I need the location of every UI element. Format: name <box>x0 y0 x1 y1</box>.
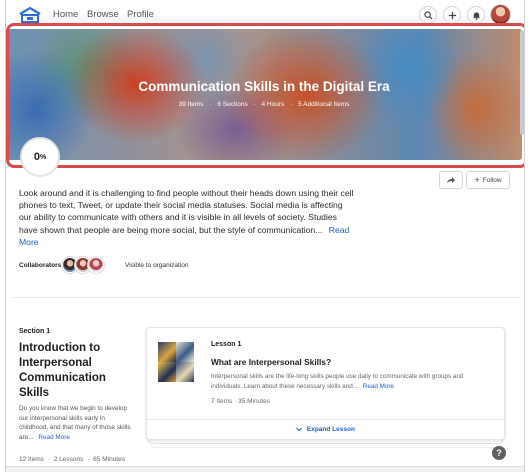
course-description: Look around and it is challenging to fin… <box>19 187 354 248</box>
nav-profile[interactable]: Profile <box>127 9 154 20</box>
progress-unit: % <box>39 153 47 161</box>
scrollbar[interactable] <box>520 30 524 135</box>
share-icon <box>447 177 455 183</box>
help-button[interactable]: ? <box>492 446 506 460</box>
app-window: Home Browse Profile Communication Skills… <box>5 0 525 472</box>
divider <box>12 297 520 298</box>
lesson-card-stack <box>148 440 503 444</box>
meta-separator: · <box>290 101 293 108</box>
section-meta: 12 Items · 2 Lessons · 65 Minutes <box>19 456 127 463</box>
top-navigation: Home Browse Profile <box>6 0 524 30</box>
lesson-number: Lesson 1 <box>211 341 242 348</box>
lesson-items: 7 Items <box>211 398 233 405</box>
section-duration: 65 Minutes <box>93 456 125 463</box>
user-avatar[interactable] <box>490 4 511 25</box>
notifications-button[interactable] <box>467 6 485 24</box>
section-lessons: 2 Lessons <box>53 456 84 463</box>
plus-icon: + <box>474 174 480 185</box>
collaborator-avatars[interactable] <box>62 257 104 273</box>
plus-icon <box>448 11 456 19</box>
section-items: 12 Items <box>19 456 44 463</box>
collaborators-label: Collaborators: <box>19 262 64 269</box>
share-button[interactable] <box>439 171 463 189</box>
additional-items: 5 Additional Items <box>298 101 350 108</box>
lesson-thumbnail <box>158 342 194 382</box>
help-icon: ? <box>496 448 502 458</box>
section-description: Do you know that we begin to develop our… <box>19 404 134 442</box>
expand-lesson-label: Expand Lesson <box>306 426 355 433</box>
lesson-card-stack <box>151 444 500 448</box>
description-text: Look around and it is challenging to fin… <box>19 188 354 235</box>
chevron-down-icon <box>296 427 302 431</box>
lesson-duration: 35 Minutes <box>238 398 270 405</box>
progress-indicator: 0% <box>20 137 60 177</box>
sections-count: 6 Sections <box>217 101 248 108</box>
bottom-scroll-area <box>6 466 524 472</box>
lesson-read-more-link[interactable]: Read More <box>363 383 394 390</box>
meta-separator: · <box>209 101 212 108</box>
expand-lesson-button[interactable]: Expand Lesson <box>147 426 504 433</box>
meta-separator: · <box>87 456 90 463</box>
lesson-description-text: Interpersonal skills are the life-long s… <box>211 373 464 390</box>
lesson-card[interactable]: Lesson 1 What are Interpersonal Skills? … <box>146 327 505 440</box>
meta-separator: · <box>47 456 50 463</box>
visibility-status: Visible to organization <box>125 262 189 269</box>
section-title[interactable]: Introduction to Interpersonal Communicat… <box>19 341 129 401</box>
section-read-more-link[interactable]: Read More <box>38 434 70 441</box>
meta-separator: · <box>234 398 237 405</box>
add-button[interactable] <box>443 6 461 24</box>
lesson-meta: 7 Items · 35 Minutes <box>211 398 270 405</box>
course-meta: 39 Items · 6 Sections · 4 Hours · 5 Addi… <box>6 101 522 108</box>
duration: 4 Hours <box>261 101 285 108</box>
meta-separator: · <box>253 101 256 108</box>
course-title: Communication Skills in the Digital Era <box>138 79 390 94</box>
section-description-text: Do you know that we begin to develop our… <box>19 405 131 441</box>
items-count: 39 Items <box>178 101 204 108</box>
follow-label: Follow <box>482 176 502 184</box>
nav-home[interactable]: Home <box>53 9 78 20</box>
bell-icon <box>472 11 480 20</box>
nav-browse[interactable]: Browse <box>87 9 119 20</box>
divider <box>147 419 504 420</box>
section-label: Section 1 <box>19 328 51 335</box>
course-banner: Communication Skills in the Digital Era … <box>6 29 522 160</box>
search-icon <box>423 10 433 20</box>
follow-button[interactable]: + Follow <box>466 171 510 189</box>
avatar[interactable] <box>88 257 104 273</box>
logo-icon[interactable] <box>18 6 42 24</box>
search-button[interactable] <box>419 6 437 24</box>
lesson-description: Interpersonal skills are the life-long s… <box>211 372 496 391</box>
lesson-title[interactable]: What are Interpersonal Skills? <box>211 357 331 367</box>
